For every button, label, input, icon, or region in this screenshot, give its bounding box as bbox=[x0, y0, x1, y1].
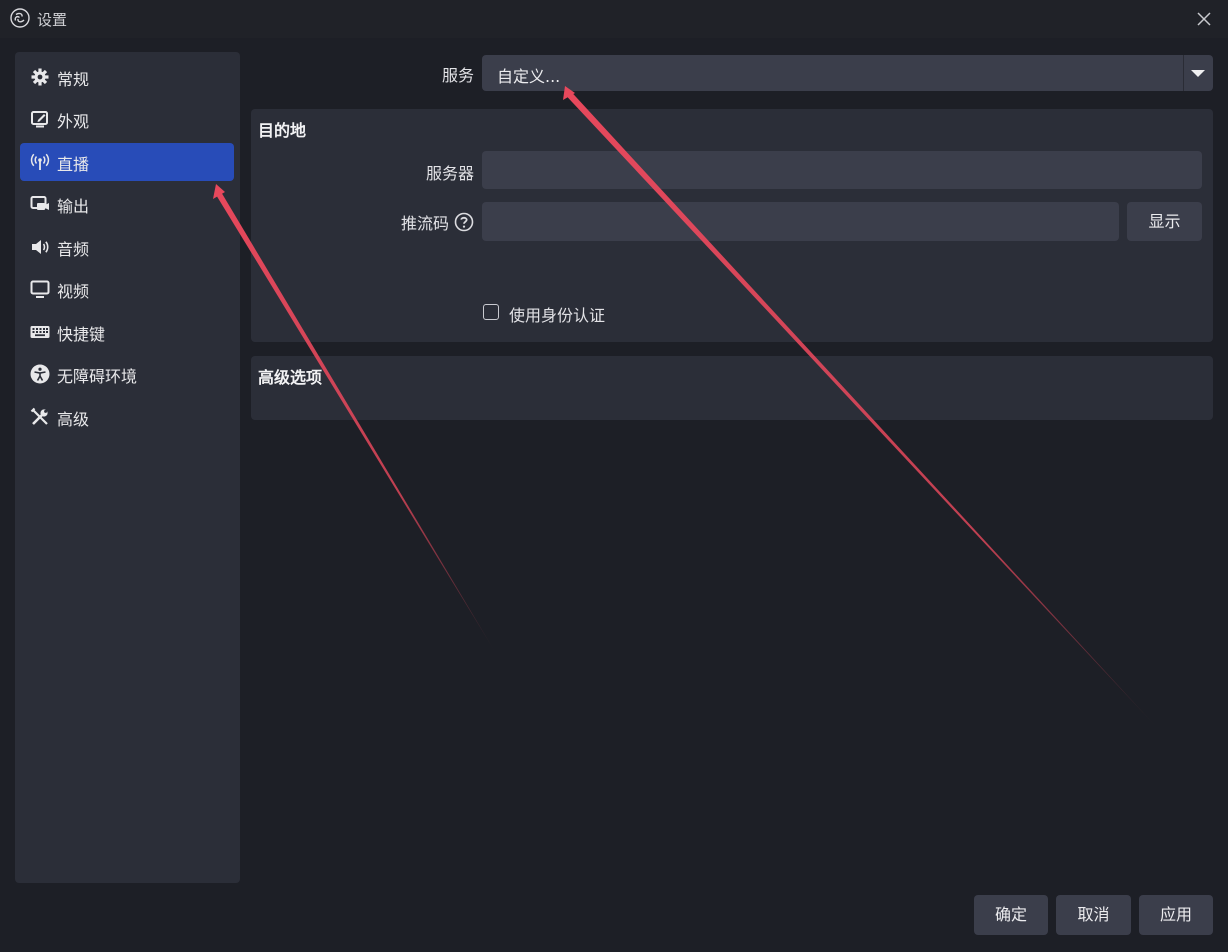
server-input[interactable] bbox=[482, 151, 1202, 189]
sidebar-item-audio[interactable]: 音频 bbox=[20, 228, 234, 266]
tools-icon bbox=[30, 407, 48, 425]
apply-button[interactable]: 应用 bbox=[1139, 895, 1213, 935]
sidebar-item-accessibility[interactable]: 无障碍环境 bbox=[20, 355, 234, 393]
sidebar-item-label: 高级 bbox=[57, 410, 90, 429]
service-value: 自定义... bbox=[497, 67, 561, 86]
sidebar-item-label: 外观 bbox=[57, 112, 90, 131]
sidebar-item-advanced[interactable]: 高级 bbox=[20, 398, 234, 436]
advanced-options-title: 高级选项 bbox=[258, 368, 323, 387]
service-dropdown[interactable]: 自定义... bbox=[482, 55, 1213, 91]
appearance-icon bbox=[31, 111, 48, 128]
sidebar-item-label: 快捷键 bbox=[57, 325, 106, 344]
sidebar-item-general[interactable]: 常规 bbox=[20, 58, 234, 96]
dropdown-separator bbox=[1183, 55, 1184, 91]
window-title: 设置 bbox=[37, 11, 68, 29]
sidebar-item-video[interactable]: 视频 bbox=[20, 270, 234, 308]
stream-key-input[interactable] bbox=[482, 202, 1119, 241]
monitor-icon bbox=[30, 280, 50, 298]
title-bar: 设置 bbox=[0, 0, 1228, 38]
server-label: 服务器 bbox=[425, 164, 474, 183]
service-label: 服务 bbox=[441, 66, 474, 85]
sidebar-item-hotkeys[interactable]: 快捷键 bbox=[20, 313, 234, 351]
sidebar-item-appearance[interactable]: 外观 bbox=[20, 100, 234, 138]
stream-key-label: 推流码 bbox=[400, 214, 449, 233]
auth-checkbox-label[interactable]: 使用身份认证 bbox=[509, 302, 605, 326]
obs-logo-icon bbox=[10, 8, 30, 28]
auth-checkbox[interactable] bbox=[483, 304, 499, 320]
settings-sidebar: 常规 外观 直播 输出 音频 视频 快捷键 无障碍环境 高级 bbox=[15, 52, 240, 883]
output-icon bbox=[30, 196, 49, 210]
antenna-icon bbox=[30, 153, 50, 170]
sidebar-item-label: 直播 bbox=[57, 155, 90, 174]
sidebar-item-output[interactable]: 输出 bbox=[20, 185, 234, 223]
sidebar-item-label: 输出 bbox=[57, 197, 90, 216]
gear-icon bbox=[31, 68, 49, 86]
help-icon[interactable] bbox=[454, 212, 474, 232]
chevron-down-icon[interactable] bbox=[1189, 67, 1207, 79]
show-key-button[interactable]: 显示 bbox=[1127, 202, 1202, 241]
destination-title: 目的地 bbox=[258, 121, 307, 140]
sidebar-item-label: 无障碍环境 bbox=[57, 367, 138, 386]
cancel-button[interactable]: 取消 bbox=[1056, 895, 1131, 935]
accessibility-icon bbox=[30, 364, 50, 384]
sidebar-item-label: 常规 bbox=[57, 70, 90, 89]
sidebar-item-stream[interactable]: 直播 bbox=[20, 143, 234, 181]
keyboard-icon bbox=[30, 326, 50, 338]
close-icon[interactable] bbox=[1194, 9, 1214, 29]
sidebar-item-label: 视频 bbox=[57, 282, 90, 301]
ok-button[interactable]: 确定 bbox=[974, 895, 1048, 935]
sidebar-item-label: 音频 bbox=[57, 240, 90, 259]
advanced-options-group: 高级选项 bbox=[251, 356, 1213, 420]
speaker-icon bbox=[32, 240, 49, 254]
